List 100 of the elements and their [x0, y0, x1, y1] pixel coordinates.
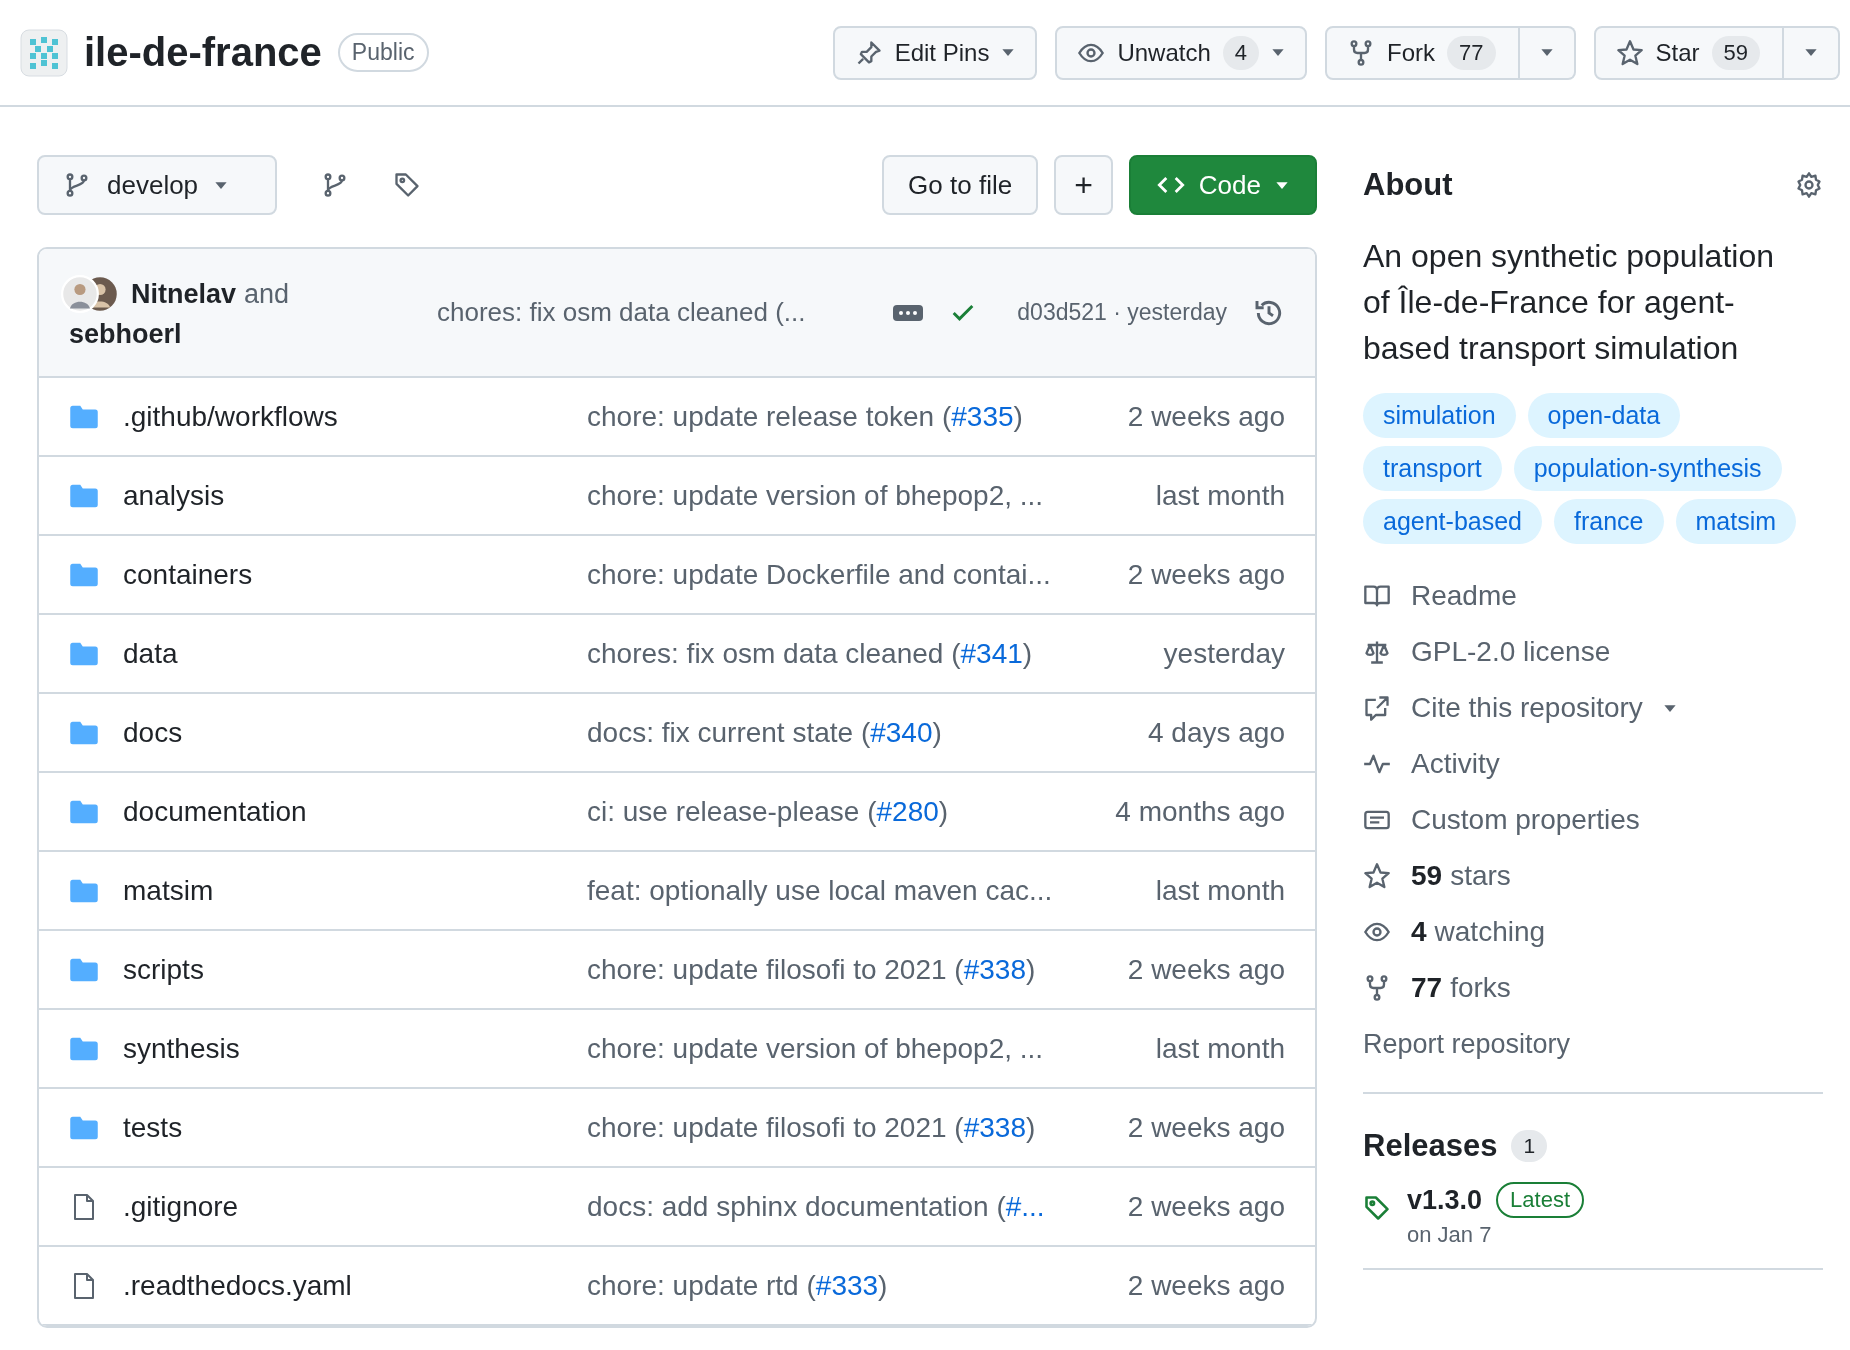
sidebar-link[interactable]: Cite this repository [1411, 692, 1643, 724]
sidebar-link[interactable]: 4 watching [1411, 916, 1546, 948]
caret-icon [1001, 48, 1016, 57]
file-name[interactable]: synthesis [123, 1032, 587, 1065]
ellipsis-icon[interactable] [893, 303, 924, 322]
commit-message[interactable]: chore: update filosofi to 2021 (#338) [587, 1111, 1128, 1144]
count-badge: 4 [1222, 35, 1259, 70]
sidebar-link[interactable]: Custom properties [1411, 804, 1640, 836]
author-name[interactable]: Nitnelav [131, 278, 237, 310]
sidebar-link[interactable]: GPL-2.0 license [1411, 636, 1611, 668]
topic-tag[interactable]: matsim [1675, 499, 1797, 544]
caret-icon [1804, 48, 1818, 57]
commit-date: yesterday [1163, 637, 1285, 670]
pull-request-link[interactable]: #341 [960, 637, 1023, 669]
topic-tag[interactable]: france [1554, 499, 1664, 544]
caret-icon [1275, 180, 1289, 190]
commit-date: 4 months ago [1115, 795, 1285, 828]
pull-request-link[interactable]: #340 [870, 716, 933, 748]
commit-message[interactable]: chores: fix osm data cleaned (... [437, 297, 868, 328]
count-badge: 1 [1511, 1130, 1548, 1162]
commit-message[interactable]: chores: fix osm data cleaned (#341) [587, 637, 1164, 670]
commit-date: last month [1155, 874, 1285, 907]
settings-icon[interactable] [1795, 171, 1823, 199]
commit-message[interactable]: feat: optionally use local maven cac... [587, 874, 1156, 907]
latest-badge: Latest [1496, 1182, 1584, 1218]
sidebar-link[interactable]: Readme [1411, 580, 1517, 612]
star-button[interactable]: Star 59 [1593, 25, 1784, 80]
commit-date: 2 weeks ago [1127, 558, 1285, 591]
repo-description: An open synthetic population of Île-de-France for agent-based transport simulation [1363, 237, 1775, 368]
commit-date: 2 weeks ago [1127, 1190, 1285, 1223]
pull-request-link[interactable]: #... [1005, 1190, 1045, 1222]
caret-icon [1271, 48, 1285, 57]
file-name[interactable]: .gitignore [123, 1190, 587, 1223]
releases-heading[interactable]: Releases [1363, 1128, 1498, 1164]
release-version[interactable]: v1.3.0 [1407, 1184, 1483, 1216]
file-name[interactable]: containers [123, 558, 587, 591]
commit-date: last month [1155, 479, 1285, 512]
commit-message[interactable]: chore: update Dockerfile and contai... [587, 558, 1128, 591]
commit-message[interactable]: chore: update release token (#335) [587, 400, 1128, 433]
tag-icon [1363, 1194, 1391, 1222]
commit-message[interactable]: docs: fix current state (#340) [587, 716, 1148, 749]
topic-tag[interactable]: simulation [1363, 393, 1516, 438]
file-name[interactable]: .github/workflows [123, 400, 587, 433]
commit-date: 2 weeks ago [1127, 1111, 1285, 1144]
star-icon [1363, 862, 1391, 890]
branch-selector[interactable]: develop [37, 155, 277, 215]
go-to-file-button[interactable]: Go to file [882, 155, 1039, 215]
file-name[interactable]: documentation [123, 795, 587, 828]
commit-date: 4 days ago [1148, 716, 1285, 749]
pull-request-link[interactable]: #335 [951, 400, 1014, 432]
joiner-text: and [244, 278, 290, 310]
commit-message[interactable]: docs: add sphinx documentation (#... [587, 1190, 1128, 1223]
count-badge: 59 [1711, 35, 1760, 70]
commit-hash[interactable]: d03d521 · yesterday [1017, 299, 1227, 326]
pins-button[interactable]: Edit Pins [832, 25, 1038, 80]
repo-name[interactable]: ile-de-france [84, 30, 322, 75]
caret-icon [1662, 703, 1677, 713]
avatar-icon [61, 275, 119, 313]
file-name[interactable]: .readthedocs.yaml [123, 1269, 587, 1302]
file-name[interactable]: scripts [123, 953, 587, 986]
count-badge: 77 [1447, 35, 1496, 70]
file-name[interactable]: docs [123, 716, 587, 749]
file-name[interactable]: tests [123, 1111, 587, 1144]
tag-icon[interactable] [393, 171, 421, 199]
add-file-button[interactable]: + [1054, 155, 1113, 215]
commit-date: 2 weeks ago [1127, 1269, 1285, 1302]
cite-icon [1363, 694, 1391, 722]
commit-message[interactable]: chore: update rtd (#333) [587, 1269, 1128, 1302]
file-name[interactable]: data [123, 637, 587, 670]
fork-button[interactable]: Fork 77 [1325, 25, 1520, 80]
sidebar-link[interactable]: 77 forks [1411, 972, 1511, 1004]
pull-request-link[interactable]: #280 [876, 795, 939, 827]
pull-request-link[interactable]: #338 [963, 953, 1026, 985]
commit-date: 2 weeks ago [1127, 953, 1285, 986]
topic-tag[interactable]: population-synthesis [1513, 446, 1782, 491]
commit-message[interactable]: ci: use release-please (#280) [587, 795, 1116, 828]
topic-tag[interactable]: transport [1363, 446, 1502, 491]
report-link[interactable]: Report repository [1363, 1016, 1823, 1072]
topic-tag[interactable]: agent-based [1363, 499, 1542, 544]
about-heading: About [1363, 167, 1453, 203]
sidebar-link[interactable]: Activity [1411, 748, 1500, 780]
commit-message[interactable]: chore: update filosofi to 2021 (#338) [587, 953, 1128, 986]
pull-request-link[interactable]: #338 [963, 1111, 1026, 1143]
file-name[interactable]: analysis [123, 479, 587, 512]
repo-logo-icon [20, 28, 68, 77]
watch-button[interactable]: Unwatch 4 [1055, 25, 1307, 80]
commit-message[interactable]: chore: update version of bhepop2, ... [587, 479, 1156, 512]
commit-date: 2 weeks ago [1127, 400, 1285, 433]
code-button[interactable]: Code [1128, 155, 1317, 215]
star-icon [1615, 38, 1644, 67]
sidebar-link[interactable]: 59 stars [1411, 860, 1511, 892]
commit-date: last month [1155, 1032, 1285, 1065]
visibility-label: Public [337, 33, 429, 72]
pull-request-link[interactable]: #333 [815, 1269, 879, 1301]
release-date: on Jan 7 [1407, 1222, 1493, 1248]
commit-message[interactable]: chore: update version of bhepop2, ... [587, 1032, 1156, 1065]
caret-icon [1539, 48, 1554, 57]
author-name[interactable]: sebhoerl [69, 319, 182, 350]
file-name[interactable]: matsim [123, 874, 587, 907]
topic-tag[interactable]: open-data [1527, 393, 1681, 438]
